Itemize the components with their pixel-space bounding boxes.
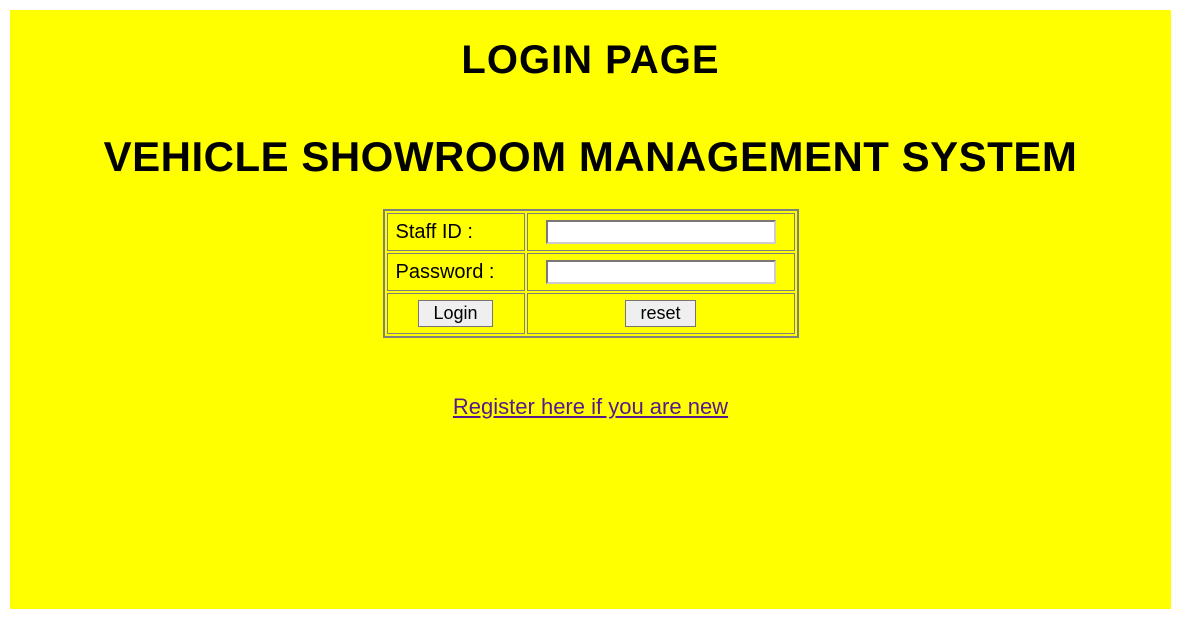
staff-id-label: Staff ID : [387, 213, 525, 251]
login-form-table: Staff ID : Password : Login reset [383, 209, 799, 338]
register-link[interactable]: Register here if you are new [453, 394, 728, 420]
system-title: VEHICLE SHOWROOM MANAGEMENT SYSTEM [10, 133, 1171, 181]
reset-button[interactable]: reset [625, 300, 695, 327]
staff-id-input[interactable] [546, 220, 776, 244]
password-label: Password : [387, 253, 525, 291]
row-buttons: Login reset [387, 293, 795, 334]
password-input-cell [527, 253, 795, 291]
row-staff-id: Staff ID : [387, 213, 795, 251]
page-title: LOGIN PAGE [10, 38, 1171, 83]
reset-button-cell: reset [527, 293, 795, 334]
staff-id-input-cell [527, 213, 795, 251]
login-button-cell: Login [387, 293, 525, 334]
password-input[interactable] [546, 260, 776, 284]
login-button[interactable]: Login [418, 300, 492, 327]
page-root: LOGIN PAGE VEHICLE SHOWROOM MANAGEMENT S… [0, 0, 1181, 619]
main-panel: LOGIN PAGE VEHICLE SHOWROOM MANAGEMENT S… [10, 10, 1171, 609]
row-password: Password : [387, 253, 795, 291]
